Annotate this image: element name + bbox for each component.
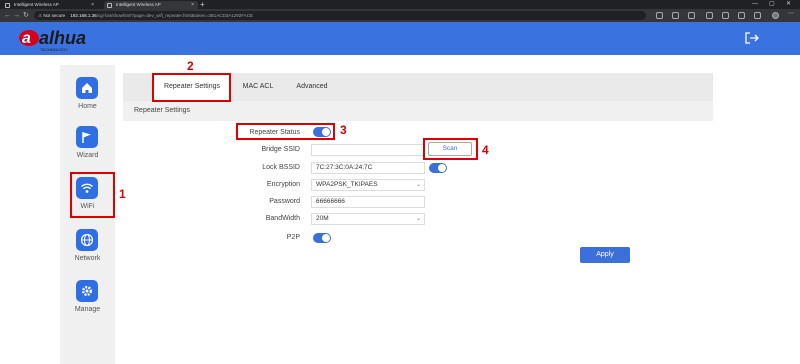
flag-icon [76, 126, 98, 148]
logout-icon[interactable] [745, 32, 759, 44]
page-icon [107, 2, 112, 8]
bridge-ssid-label: Bridge SSID [261, 146, 300, 153]
favorites-icon[interactable] [722, 12, 729, 19]
url-path: /cgi-bin/showhtml?page=dev_wifi_repeater… [96, 13, 253, 18]
sidebar-item-label: Home [78, 103, 97, 110]
sidebar-item-manage[interactable]: Manage [60, 280, 115, 326]
reload-button[interactable]: ↻ [23, 11, 29, 20]
browser-tab-active[interactable]: Intelligent Wireless AP × [104, 1, 198, 9]
maximize-button[interactable]: ▢ [769, 0, 775, 9]
bandwidth-label: BandWidth [265, 215, 300, 222]
bridge-ssid-input[interactable] [311, 144, 425, 156]
read-aloud-icon[interactable] [672, 12, 679, 19]
address-bar[interactable]: ⚠ Not secure 192.168.1.36/cgi-bin/showht… [34, 11, 646, 20]
close-window-button[interactable]: ✕ [786, 0, 791, 9]
lock-bssid-label: Lock BSSID [262, 164, 300, 171]
annotation-box-repeater-tab [152, 73, 231, 102]
section-title: Repeater Settings [123, 101, 713, 121]
close-tab-icon[interactable]: × [91, 1, 94, 9]
logo-text: alhua [39, 28, 86, 48]
encryption-select[interactable]: WPA2PSK_TKIPAES ⌄ [311, 179, 425, 191]
new-tab-button[interactable]: + [200, 0, 205, 9]
close-tab-icon[interactable]: × [191, 1, 194, 9]
annotation-number: 1 [119, 187, 126, 201]
tab-advanced[interactable]: Advanced [288, 73, 336, 101]
globe-icon [76, 229, 98, 251]
encryption-label: Encryption [266, 181, 300, 188]
lock-bssid-input[interactable]: 7C:27:3C:0A:24:7C [311, 162, 425, 174]
sidebar-item-label: Wizard [76, 152, 99, 159]
favorite-star-icon[interactable] [688, 12, 695, 19]
browser-tab-title: Intelligent Wireless AP [116, 2, 161, 7]
sidebar-item-label: Network [74, 255, 101, 262]
password-input[interactable]: 66666666 [311, 196, 425, 208]
encryption-value: WPA2PSK_TKIPAES [316, 181, 378, 188]
sidebar-item-wizard[interactable]: Wizard [60, 126, 115, 172]
lock-bssid-toggle[interactable] [429, 163, 447, 173]
browser-tab[interactable]: Intelligent Wireless AP × [2, 1, 98, 9]
collections-icon[interactable] [738, 12, 745, 19]
minimize-button[interactable]: — [752, 0, 758, 9]
profile-avatar[interactable] [772, 12, 779, 19]
home-icon [76, 77, 98, 99]
dahua-logo: a alhua TECHNOLOGY [19, 28, 86, 52]
annotation-number: 4 [482, 143, 489, 157]
p2p-toggle[interactable] [313, 233, 331, 243]
toggle-knob [322, 234, 330, 242]
app-header [0, 22, 800, 55]
chevron-down-icon: ⌄ [415, 182, 421, 188]
svg-text:a: a [22, 30, 31, 47]
extensions-icon[interactable] [754, 12, 761, 19]
apply-button[interactable]: Apply [580, 247, 630, 263]
url-host: 192.168.1.36 [70, 13, 97, 18]
bandwidth-value: 20M [316, 215, 329, 222]
chevron-down-icon: ⌄ [415, 216, 421, 222]
warning-icon: ⚠ [38, 13, 43, 18]
browser-tab-bar: Intelligent Wireless AP × Intelligent Wi… [0, 0, 800, 9]
split-screen-icon[interactable] [706, 12, 713, 19]
password-label: Password [269, 198, 300, 205]
p2p-label: P2P [286, 234, 300, 241]
sidebar-item-label: Manage [74, 306, 101, 313]
browser-toolbar: ← → ↻ ⚠ Not secure 192.168.1.36/cgi-bin/… [0, 9, 800, 22]
sidebar-item-home[interactable]: Home [60, 77, 115, 123]
back-button[interactable]: ← [4, 11, 11, 20]
annotation-box-repeater-status [236, 123, 335, 140]
logo-subtext: TECHNOLOGY [40, 47, 68, 52]
page-icon [5, 2, 10, 8]
annotation-number: 2 [187, 59, 194, 73]
toggle-knob [438, 164, 446, 172]
tab-mac-acl[interactable]: MAC ACL [235, 73, 281, 101]
annotation-box-scan [423, 138, 478, 160]
security-label: Not secure [43, 13, 66, 18]
gear-icon [76, 280, 98, 302]
forward-button[interactable]: → [13, 11, 20, 20]
zoom-icon[interactable] [656, 12, 663, 19]
annotation-box-wifi [70, 172, 115, 218]
sidebar-item-network[interactable]: Network [60, 229, 115, 275]
browser-tab-title: Intelligent Wireless AP [14, 2, 59, 7]
bandwidth-select[interactable]: 20M ⌄ [311, 213, 425, 225]
more-menu-icon[interactable]: ⋯ [788, 11, 795, 19]
annotation-number: 3 [340, 123, 347, 137]
